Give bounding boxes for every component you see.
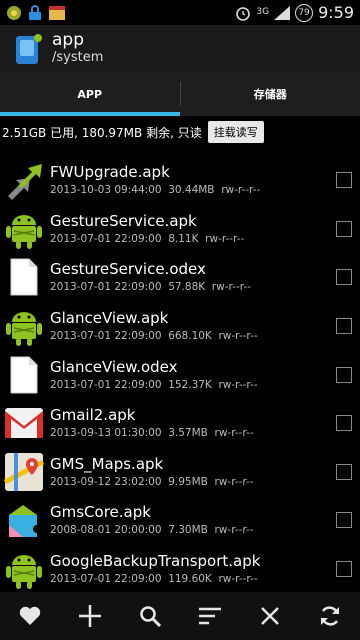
signal-icon [274,5,291,20]
select-checkbox[interactable] [336,415,352,432]
mount-rw-button[interactable]: 挂载读写 [207,121,264,143]
gmail-icon [4,403,44,443]
storage-usage-text: 2.51GB 已用, 180.97MB 剩余, 只读 [2,125,202,140]
android-icon [4,209,44,249]
storage-info-bar: 2.51GB 已用, 180.97MB 剩余, 只读 挂载读写 [0,118,360,146]
tab-storage[interactable]: 存储器 [181,72,360,116]
file-name: GestureService.odex [50,260,206,279]
file-list: FWUpgrade.apk 2013-10-03 09:44:00 30.44M… [0,156,360,593]
file-name: Gmail2.apk [50,406,136,425]
notification-app-icon [7,5,21,20]
select-checkbox[interactable] [336,172,352,189]
file-manager-app-icon[interactable] [14,32,44,66]
network-type: 3G [256,7,270,17]
file-name: GMS_Maps.apk [50,454,164,473]
tab-bar: APP 存储器 [0,72,360,116]
list-item[interactable]: GMS_Maps.apk 2013-09-12 23:02:00 9.95MB … [0,448,360,497]
maps-icon [4,452,44,492]
battery-indicator: 79 [295,3,314,22]
list-item[interactable]: GmsCore.apk 2008-08-01 20:00:00 7.30MB r… [0,496,360,545]
add-button[interactable] [70,596,110,636]
android-icon [4,306,44,347]
file-meta: 2013-09-13 01:30:00 3.57MB rw-r--r-- [50,427,254,440]
list-item[interactable]: GlanceView.apk 2013-07-01 22:09:00 668.1… [0,302,360,351]
sort-icon [199,607,221,625]
list-item[interactable]: GoogleBackupTransport.apk 2013-07-01 22:… [0,545,360,594]
list-item[interactable]: Gmail2.apk 2013-09-13 01:30:00 3.57MB rw… [0,399,360,448]
clock: 9:59 [318,3,354,22]
select-checkbox[interactable] [336,318,352,335]
list-item[interactable]: FWUpgrade.apk 2013-10-03 09:44:00 30.44M… [0,156,360,205]
page-title: app [52,29,84,50]
file-name: GmsCore.apk [50,503,151,522]
current-path: /system [52,49,104,65]
sort-button[interactable] [190,596,230,636]
file-meta: 2013-07-01 22:09:00 8.11K rw-r--r-- [50,232,245,245]
file-meta: 2013-07-01 22:09:00 152.37K rw-r--r-- [50,378,258,391]
file-meta: 2013-09-12 23:02:00 9.95MB rw-r--r-- [50,475,254,488]
search-button[interactable] [130,596,170,636]
file-name: GlanceView.apk [50,309,169,328]
file-name: GoogleBackupTransport.apk [50,552,261,571]
close-button[interactable] [250,596,290,636]
file-meta: 2013-07-01 22:09:00 119.60K rw-r--r-- [50,573,258,586]
file-name: FWUpgrade.apk [50,163,170,182]
upgrade-arrow-icon [4,160,44,201]
action-bar: app /system [0,25,360,72]
file-meta: 2013-10-03 09:44:00 30.44MB rw-r--r-- [50,184,261,197]
alarm-icon [236,6,251,21]
store-icon [49,5,65,20]
file-icon [4,355,44,395]
file-meta: 2013-07-01 22:09:00 57.88K rw-r--r-- [50,281,251,294]
select-checkbox[interactable] [336,366,352,383]
tab-app[interactable]: APP [0,72,180,116]
search-icon [140,606,161,627]
select-checkbox[interactable] [336,561,352,578]
bottom-toolbar [0,592,360,640]
file-meta: 2013-07-01 22:09:00 668.10K rw-r--r-- [50,330,258,343]
add-icon [79,605,101,627]
file-name: GestureService.apk [50,211,197,230]
close-icon [261,607,279,625]
heart-icon [19,606,41,625]
file-meta: 2008-08-01 20:00:00 7.30MB rw-r--r-- [50,524,254,537]
file-icon [4,257,44,297]
select-checkbox[interactable] [336,512,352,529]
list-item[interactable]: GestureService.odex 2013-07-01 22:09:00 … [0,253,360,302]
android-icon [4,549,44,590]
select-checkbox[interactable] [336,463,352,480]
file-name: GlanceView.odex [50,357,178,376]
favorite-button[interactable] [10,596,50,636]
select-checkbox[interactable] [336,269,352,286]
status-bar: 3G 79 9:59 [0,0,360,25]
refresh-button[interactable] [310,596,350,636]
select-checkbox[interactable] [336,220,352,237]
refresh-icon [321,606,339,626]
lock-icon [29,4,41,20]
list-item[interactable]: GestureService.apk 2013-07-01 22:09:00 8… [0,205,360,254]
puzzle-icon [4,500,44,540]
list-item[interactable]: GlanceView.odex 2013-07-01 22:09:00 152.… [0,350,360,399]
